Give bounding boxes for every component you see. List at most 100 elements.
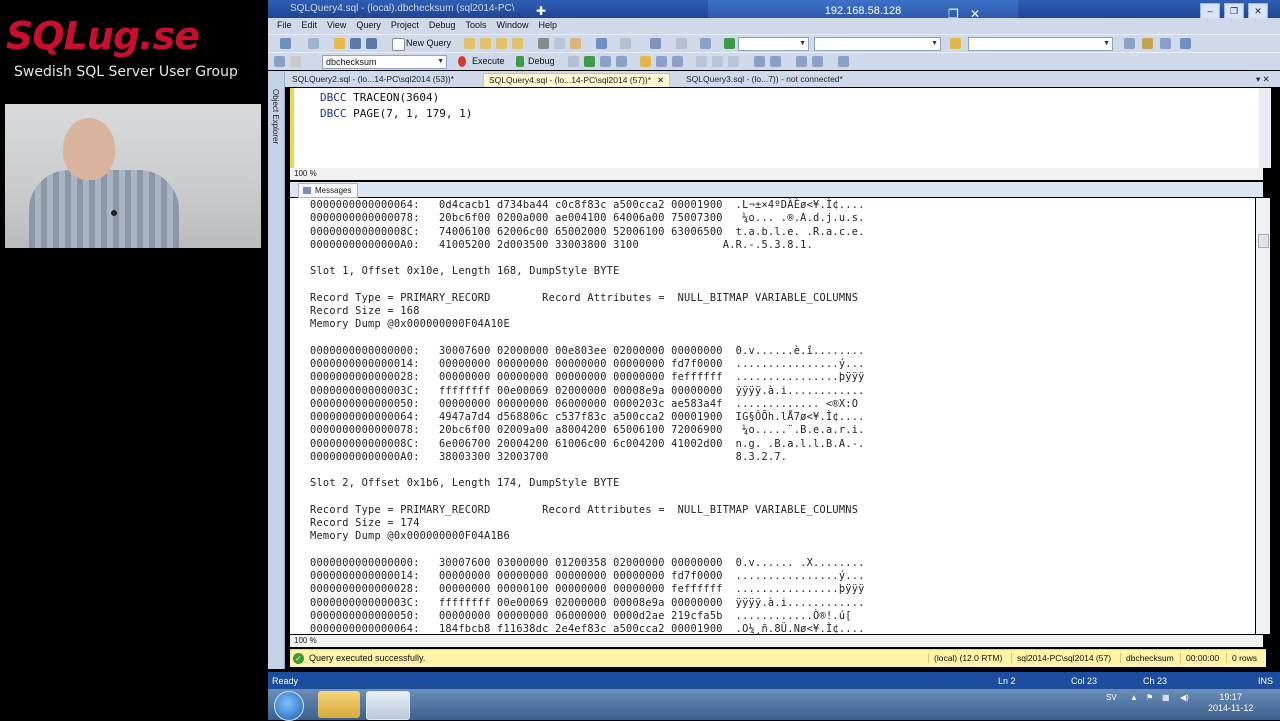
code-line-2[interactable]: DBCC PAGE(7, 1, 179, 1) bbox=[320, 107, 472, 120]
object-explorer-label[interactable]: Object Explorer bbox=[271, 89, 280, 144]
database-engine-query-icon[interactable] bbox=[464, 38, 475, 49]
include-plan-icon[interactable] bbox=[656, 56, 667, 67]
messages-tab[interactable]: Messages bbox=[298, 183, 359, 198]
copy-icon[interactable] bbox=[554, 38, 565, 49]
start-icon[interactable] bbox=[724, 38, 735, 49]
menu-bar: File Edit View Query Project Debug Tools Window… bbox=[268, 18, 1280, 34]
keyword-dbcc: DBCC bbox=[320, 91, 347, 104]
window-close-button[interactable]: ✕ bbox=[1248, 3, 1268, 19]
decrease-indent-icon[interactable] bbox=[796, 56, 807, 67]
pin-icon[interactable]: ✚ bbox=[536, 4, 546, 18]
find-dropdown[interactable]: ▼ bbox=[968, 37, 1113, 51]
solution-explorer-icon[interactable] bbox=[700, 38, 711, 49]
window-restore-button[interactable]: ❐ bbox=[1224, 3, 1244, 19]
debug-button[interactable]: Debug bbox=[528, 56, 555, 66]
menu-tools[interactable]: Tools bbox=[460, 18, 491, 30]
results-to-grid-icon[interactable] bbox=[712, 56, 723, 67]
code-line-1-rest: TRACEON(3604) bbox=[346, 91, 440, 104]
tab-sqlquery4-label: SQLQuery4.sql - (lo...14-PC\sql2014 (57)… bbox=[489, 75, 652, 85]
menu-debug[interactable]: Debug bbox=[424, 18, 461, 30]
results-zoom-level[interactable]: 100 % bbox=[294, 636, 317, 645]
action-center-icon[interactable]: ⚑ bbox=[1146, 693, 1153, 702]
disconnect-icon[interactable] bbox=[290, 56, 301, 67]
window-minimize-button[interactable]: – bbox=[1200, 3, 1220, 19]
menu-project[interactable]: Project bbox=[386, 18, 424, 30]
save-icon[interactable] bbox=[350, 38, 361, 49]
query-options-icon[interactable] bbox=[616, 56, 627, 67]
object-explorer-toolbar-icon[interactable] bbox=[1160, 38, 1171, 49]
specify-values-icon[interactable] bbox=[838, 56, 849, 67]
menu-edit[interactable]: Edit bbox=[297, 18, 323, 30]
language-indicator[interactable]: SV bbox=[1106, 693, 1117, 702]
increase-indent-icon[interactable] bbox=[812, 56, 823, 67]
tab-sqlquery3[interactable]: SQLQuery3.sql - (lo...7)) - not connecte… bbox=[681, 73, 848, 86]
mdx-query-icon[interactable] bbox=[496, 38, 507, 49]
windows-taskbar: SV ▲ ⚑ ▦ ◀) 19:17 2014-11-12 bbox=[268, 689, 1280, 721]
new-query-icon[interactable] bbox=[392, 38, 405, 51]
network-icon[interactable]: ▦ bbox=[1162, 693, 1170, 702]
results-to-file-icon[interactable] bbox=[728, 56, 739, 67]
platform-dropdown[interactable]: ▼ bbox=[814, 37, 941, 51]
connect-icon[interactable] bbox=[274, 56, 285, 67]
undo-icon[interactable] bbox=[596, 38, 607, 49]
object-explorer-strip[interactable]: Object Explorer bbox=[268, 71, 285, 669]
results-to-text-icon[interactable] bbox=[696, 56, 707, 67]
brand-banner: SQLug.se Swedish SQL Server User Group bbox=[0, 0, 268, 100]
volume-icon[interactable]: ◀) bbox=[1180, 693, 1189, 702]
tab-sqlquery2[interactable]: SQLQuery2.sql - (lo...14-PC\sql2014 (53)… bbox=[287, 73, 459, 86]
system-clock[interactable]: 19:17 2014-11-12 bbox=[1208, 692, 1253, 714]
tab-sqlquery4[interactable]: SQLQuery4.sql - (lo...14-PC\sql2014 (57)… bbox=[483, 73, 671, 87]
new-query-button[interactable]: New Query bbox=[406, 38, 451, 48]
open-file-icon[interactable] bbox=[334, 38, 345, 49]
cancel-query-icon[interactable] bbox=[568, 56, 579, 67]
database-dropdown[interactable]: dbchecksum ▼ bbox=[322, 55, 447, 69]
add-item-icon[interactable] bbox=[308, 38, 319, 49]
comment-icon[interactable] bbox=[754, 56, 765, 67]
query-editor[interactable]: DBCC TRACEON(3604) DBCC PAGE(7, 1, 179, … bbox=[290, 88, 1263, 168]
explorer-folder-icon[interactable] bbox=[318, 691, 360, 718]
tray-expand-icon[interactable]: ▲ bbox=[1130, 693, 1138, 702]
messages-vertical-scrollbar[interactable] bbox=[1256, 198, 1270, 634]
intellisense-icon[interactable] bbox=[640, 56, 651, 67]
execute-button[interactable]: Execute bbox=[472, 56, 505, 66]
navigate-forward-icon[interactable] bbox=[676, 38, 687, 49]
menu-view[interactable]: View bbox=[322, 18, 351, 30]
analysis-query-icon[interactable] bbox=[480, 38, 491, 49]
editor-vertical-scrollbar[interactable] bbox=[1259, 88, 1271, 168]
close-tab-icon[interactable]: ✕ bbox=[657, 75, 664, 85]
live-stats-icon[interactable] bbox=[672, 56, 683, 67]
menu-file[interactable]: File bbox=[272, 18, 297, 30]
find-in-files-icon[interactable] bbox=[950, 38, 961, 49]
status-elapsed: 00:00:00 bbox=[1180, 653, 1219, 663]
keyword-dbcc: DBCC bbox=[320, 107, 347, 120]
xmla-query-icon[interactable] bbox=[512, 38, 523, 49]
query-status-bar: ✓ Query executed successfully. (local) (… bbox=[290, 649, 1266, 667]
status-server: (local) (12.0 RTM) bbox=[928, 653, 1002, 663]
uncomment-icon[interactable] bbox=[770, 56, 781, 67]
solution-config-dropdown[interactable]: ▼ bbox=[738, 37, 809, 51]
redo-icon[interactable] bbox=[620, 38, 631, 49]
app-status-bar: Ready Ln 2 Col 23 Ch 23 INS bbox=[268, 672, 1280, 689]
scrollbar-thumb[interactable] bbox=[1258, 234, 1269, 248]
cut-icon[interactable] bbox=[538, 38, 549, 49]
save-all-icon[interactable] bbox=[366, 38, 377, 49]
paste-icon[interactable] bbox=[570, 38, 581, 49]
menu-window[interactable]: Window bbox=[491, 18, 533, 30]
new-project-icon[interactable] bbox=[280, 38, 291, 49]
tab-overflow-icon[interactable]: ▾ ✕ bbox=[1251, 73, 1275, 86]
navigate-backward-icon[interactable] bbox=[650, 38, 661, 49]
start-button[interactable] bbox=[274, 691, 304, 721]
debug-icon[interactable] bbox=[516, 56, 524, 67]
parse-icon[interactable] bbox=[584, 56, 595, 67]
code-line-1[interactable]: DBCC TRACEON(3604) bbox=[320, 91, 439, 104]
menu-query[interactable]: Query bbox=[351, 18, 386, 30]
execute-icon[interactable] bbox=[458, 56, 466, 67]
messages-pane[interactable]: 0000000000000064: 0d4cacb1 d734ba44 c0c8… bbox=[290, 198, 1255, 634]
display-plan-icon[interactable] bbox=[600, 56, 611, 67]
menu-help[interactable]: Help bbox=[533, 18, 562, 30]
sql-management-studio-icon[interactable] bbox=[366, 691, 410, 720]
window-layout-icon[interactable] bbox=[1180, 38, 1191, 49]
properties-icon[interactable] bbox=[1124, 38, 1135, 49]
toolbox-icon[interactable] bbox=[1142, 38, 1153, 49]
editor-zoom-level[interactable]: 100 % bbox=[294, 169, 317, 178]
